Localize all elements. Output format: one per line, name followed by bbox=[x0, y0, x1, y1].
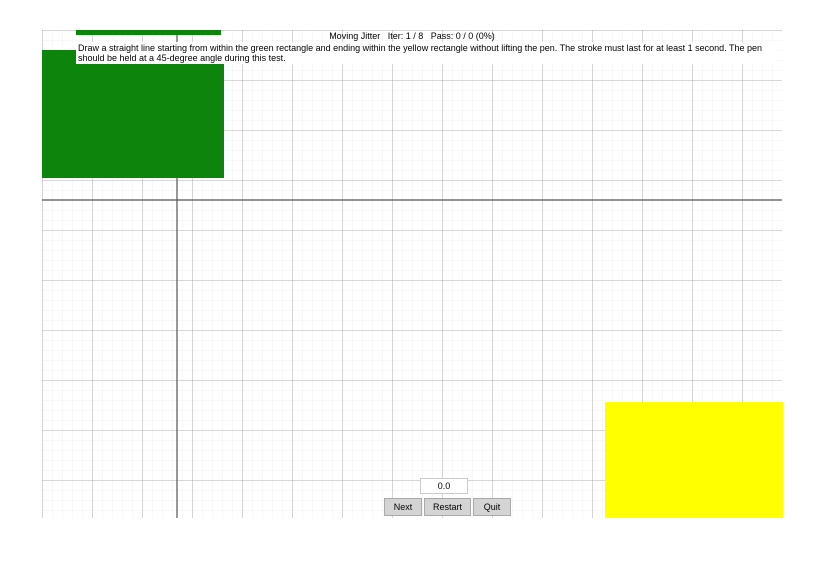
quit-button[interactable]: Quit bbox=[473, 498, 511, 516]
end-rectangle[interactable] bbox=[605, 402, 783, 518]
header-status: Moving Jitter Iter: 1 / 8 Pass: 0 / 0 (0… bbox=[42, 31, 782, 41]
test-title: Moving Jitter bbox=[329, 31, 380, 41]
control-buttons: Next Restart Quit bbox=[384, 498, 511, 516]
value-readout: 0.0 bbox=[420, 478, 468, 494]
pass-status: Pass: 0 / 0 (0%) bbox=[431, 31, 495, 41]
instruction-text: Draw a straight line starting from withi… bbox=[76, 42, 776, 64]
next-button[interactable]: Next bbox=[384, 498, 422, 516]
restart-button[interactable]: Restart bbox=[424, 498, 471, 516]
start-rectangle[interactable] bbox=[42, 50, 224, 178]
iteration-status: Iter: 1 / 8 bbox=[388, 31, 424, 41]
